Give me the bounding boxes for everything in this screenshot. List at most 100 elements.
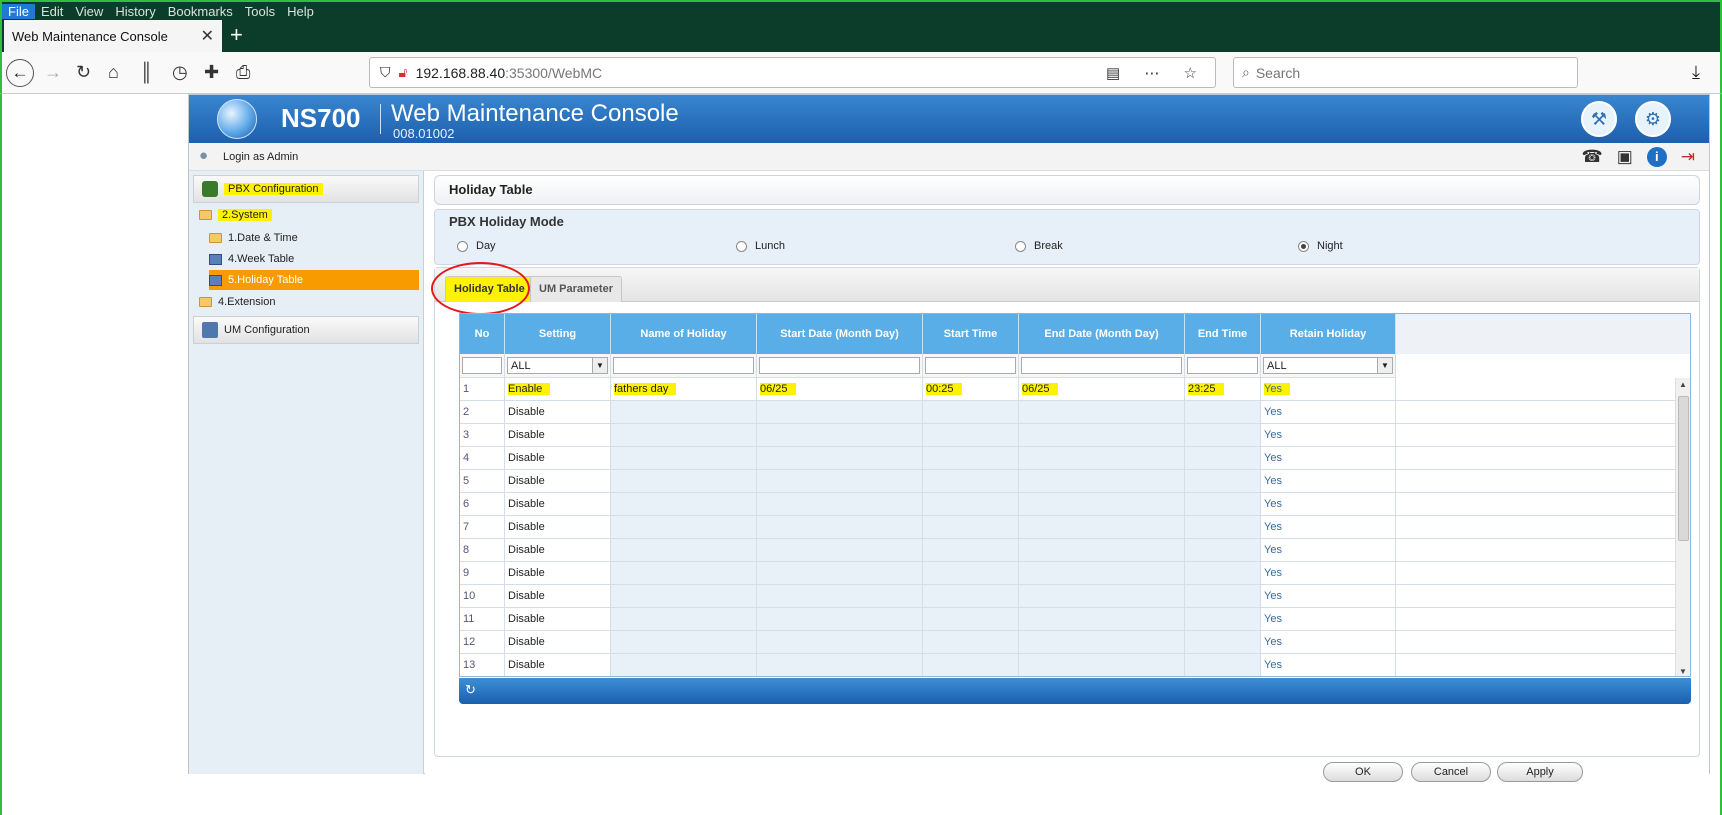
print-icon[interactable]: ⎙ — [236, 62, 250, 82]
cell-retain[interactable]: Yes — [1261, 562, 1396, 584]
menu-tools[interactable]: Tools — [239, 4, 281, 19]
cell-start-time[interactable] — [923, 493, 1019, 515]
back-icon[interactable]: ← — [6, 59, 34, 87]
cell-start-time[interactable] — [923, 654, 1019, 676]
cell-setting[interactable]: Disable — [505, 585, 611, 607]
cell-start-date[interactable] — [757, 608, 923, 630]
cell-retain[interactable]: Yes — [1261, 493, 1396, 515]
cell-end-date[interactable] — [1019, 539, 1185, 561]
cell-start-time[interactable] — [923, 539, 1019, 561]
cell-end-time[interactable] — [1185, 539, 1261, 561]
table-row[interactable]: 10 Disable Yes — [460, 585, 1675, 608]
sidebar-item-week-table[interactable]: 4.Week Table — [209, 249, 294, 269]
chevron-down-icon[interactable]: ▼ — [592, 358, 607, 373]
ok-button[interactable]: OK — [1323, 762, 1403, 782]
cell-end-time[interactable] — [1185, 447, 1261, 469]
filter-start-time-input[interactable] — [925, 357, 1016, 374]
info-icon[interactable]: i — [1646, 147, 1667, 167]
cell-name[interactable] — [611, 424, 757, 446]
radio-button[interactable] — [1298, 240, 1309, 252]
table-row[interactable]: 9 Disable Yes — [460, 562, 1675, 585]
cell-end-date[interactable] — [1019, 562, 1185, 584]
menu-bookmarks[interactable]: Bookmarks — [162, 4, 239, 19]
cell-start-date[interactable] — [757, 447, 923, 469]
apply-button[interactable]: Apply — [1497, 762, 1583, 782]
cell-retain[interactable]: Yes — [1261, 608, 1396, 630]
column-header-end-date[interactable]: End Date (Month Day) — [1019, 314, 1185, 354]
browser-tab[interactable]: Web Maintenance Console ✕ — [4, 20, 222, 52]
library-icon[interactable]: ║ — [140, 62, 153, 82]
cell-name[interactable] — [611, 562, 757, 584]
cell-end-time[interactable] — [1185, 585, 1261, 607]
search-input[interactable] — [1255, 64, 1556, 81]
filter-start-date-input[interactable] — [759, 357, 920, 374]
table-row[interactable]: 3 Disable Yes — [460, 424, 1675, 447]
cell-end-time[interactable] — [1185, 424, 1261, 446]
scroll-up-icon[interactable]: ▲ — [1679, 380, 1687, 389]
cell-end-date[interactable] — [1019, 631, 1185, 653]
filter-end-time-input[interactable] — [1187, 357, 1258, 374]
cell-end-date[interactable] — [1019, 401, 1185, 423]
close-icon[interactable]: ✕ — [201, 26, 214, 46]
cell-start-date[interactable] — [757, 631, 923, 653]
cell-name[interactable] — [611, 631, 757, 653]
table-row[interactable]: 5 Disable Yes — [460, 470, 1675, 493]
column-header-start-time[interactable]: Start Time — [923, 314, 1019, 354]
menu-history[interactable]: History — [109, 4, 161, 19]
history-icon[interactable]: ◷ — [172, 62, 188, 82]
cell-end-date[interactable] — [1019, 585, 1185, 607]
cell-name[interactable] — [611, 447, 757, 469]
scrollbar-thumb[interactable] — [1678, 396, 1689, 541]
cell-end-date[interactable] — [1019, 424, 1185, 446]
cell-name[interactable] — [611, 539, 757, 561]
column-header-name[interactable]: Name of Holiday — [611, 314, 757, 354]
menu-edit[interactable]: Edit — [35, 4, 69, 19]
cell-setting[interactable]: Disable — [505, 470, 611, 492]
sidebar-item-date-time[interactable]: 1.Date & Time — [209, 228, 298, 248]
cell-start-time[interactable] — [923, 447, 1019, 469]
cell-start-date[interactable] — [757, 470, 923, 492]
cell-setting[interactable]: Disable — [505, 401, 611, 423]
cell-start-date[interactable] — [757, 493, 923, 515]
cell-setting[interactable]: Disable — [505, 447, 611, 469]
cell-start-date[interactable] — [757, 539, 923, 561]
menu-file[interactable]: File — [2, 3, 35, 19]
mode-radio-lunch[interactable]: Lunch — [736, 240, 785, 252]
cell-name[interactable] — [611, 401, 757, 423]
sidebar-item-holiday-table[interactable]: 5.Holiday Table — [209, 270, 419, 290]
table-row[interactable]: 4 Disable Yes — [460, 447, 1675, 470]
shield-icon[interactable]: ⛉ — [380, 64, 391, 81]
cell-start-date[interactable] — [757, 401, 923, 423]
insecure-lock-icon[interactable]: 🔓︎ — [399, 64, 408, 81]
cell-start-date[interactable] — [757, 562, 923, 584]
cell-end-time[interactable] — [1185, 631, 1261, 653]
forward-icon[interactable]: → — [44, 62, 62, 82]
cell-end-time[interactable] — [1185, 470, 1261, 492]
cell-retain[interactable]: Yes — [1261, 378, 1396, 400]
cell-end-time[interactable] — [1185, 401, 1261, 423]
cell-end-time[interactable] — [1185, 608, 1261, 630]
cell-end-time[interactable] — [1185, 516, 1261, 538]
cell-setting[interactable]: Disable — [505, 562, 611, 584]
cell-setting[interactable]: Disable — [505, 516, 611, 538]
cell-start-time[interactable] — [923, 470, 1019, 492]
extensions-icon[interactable]: ✚ — [204, 62, 219, 82]
cell-start-time[interactable] — [923, 562, 1019, 584]
cell-start-time[interactable] — [923, 608, 1019, 630]
cell-end-date[interactable] — [1019, 470, 1185, 492]
table-row[interactable]: 11 Disable Yes — [460, 608, 1675, 631]
table-row[interactable]: 7 Disable Yes — [460, 516, 1675, 539]
cell-start-time[interactable]: 00:25 — [923, 378, 1019, 400]
cell-start-date[interactable]: 06/25 — [757, 378, 923, 400]
table-row[interactable]: 6 Disable Yes — [460, 493, 1675, 516]
cell-start-date[interactable] — [757, 424, 923, 446]
cell-setting[interactable]: Disable — [505, 654, 611, 676]
filter-name-input[interactable] — [613, 357, 754, 374]
cell-start-date[interactable] — [757, 585, 923, 607]
cell-start-time[interactable] — [923, 631, 1019, 653]
radio-button[interactable] — [736, 240, 747, 252]
maintenance-hammer-icon[interactable]: ⚒ — [1581, 101, 1617, 137]
table-row[interactable]: 12 Disable Yes — [460, 631, 1675, 654]
cell-retain[interactable]: Yes — [1261, 424, 1396, 446]
logout-icon[interactable]: ⇥ — [1681, 147, 1695, 167]
